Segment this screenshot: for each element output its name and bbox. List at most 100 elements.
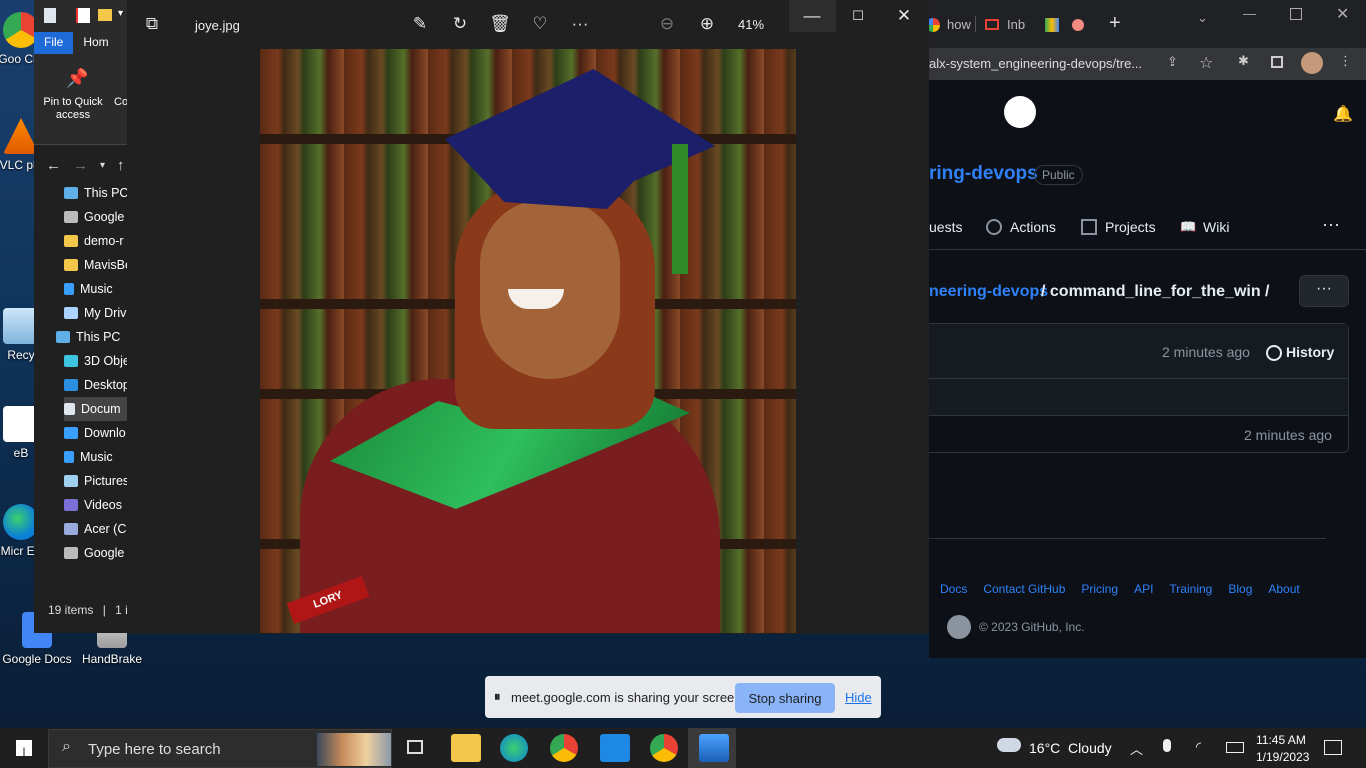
maximize-button[interactable]: ☐ bbox=[846, 4, 870, 28]
tree-item-label: demo-r bbox=[84, 234, 124, 248]
tab-pull-requests[interactable]: uests bbox=[929, 219, 962, 235]
tab-home[interactable]: Hom bbox=[73, 32, 118, 54]
file-explorer-taskbar-icon[interactable] bbox=[451, 734, 481, 762]
tab-file[interactable]: File bbox=[34, 32, 74, 54]
more-options-icon[interactable]: ··· bbox=[568, 12, 592, 36]
music-icon bbox=[64, 283, 74, 295]
minimize-button[interactable]: — bbox=[1243, 6, 1256, 21]
footer-link-about[interactable]: About bbox=[1268, 582, 1299, 596]
chrome-taskbar-icon[interactable] bbox=[550, 734, 578, 762]
tree-item[interactable]: Videos bbox=[64, 493, 128, 517]
breadcrumb-repo-link[interactable]: neering-devops bbox=[929, 283, 1048, 301]
clock-date[interactable]: 1/19/2023 bbox=[1256, 750, 1309, 764]
drive-icon bbox=[64, 547, 78, 559]
tree-item[interactable]: My Driv bbox=[64, 301, 128, 325]
file-icon[interactable] bbox=[44, 8, 56, 23]
hide-link[interactable]: Hide bbox=[845, 690, 872, 705]
tree-item[interactable]: This PC bbox=[56, 325, 128, 349]
github-mark-icon[interactable] bbox=[947, 615, 971, 639]
properties-icon[interactable] bbox=[76, 8, 90, 23]
avatar[interactable] bbox=[1301, 52, 1323, 74]
notification-bell-icon[interactable]: 🔔 bbox=[1333, 104, 1353, 124]
file-options-button[interactable]: ··· bbox=[1299, 275, 1349, 307]
extensions-icon[interactable]: ✱ bbox=[1238, 53, 1249, 69]
back-arrow-icon[interactable]: ← bbox=[46, 157, 61, 174]
wifi-icon[interactable]: ◜ bbox=[1196, 739, 1201, 755]
photo-canvas[interactable]: LORY bbox=[260, 49, 796, 633]
tree-item[interactable]: Acer (C: bbox=[64, 517, 128, 541]
edit-image-icon[interactable]: ✎ bbox=[408, 12, 432, 36]
zoom-level[interactable]: 41% bbox=[738, 17, 764, 32]
rotate-icon[interactable]: ↻ bbox=[448, 12, 472, 36]
copy-button[interactable]: Co bbox=[114, 96, 128, 108]
battery-icon[interactable] bbox=[1226, 742, 1244, 753]
share-icon[interactable]: ⇪ bbox=[1167, 54, 1178, 70]
history-link[interactable]: History bbox=[1286, 344, 1334, 360]
more-menu-icon[interactable]: ··· bbox=[1322, 214, 1340, 235]
tree-item[interactable]: Google bbox=[64, 205, 128, 229]
footer-link-contact[interactable]: Contact GitHub bbox=[983, 582, 1065, 596]
tree-item[interactable]: Music bbox=[64, 445, 128, 469]
tree-item[interactable]: This PC bbox=[64, 181, 128, 205]
tree-item[interactable]: Pictures bbox=[64, 469, 128, 493]
minimize-button[interactable]: — bbox=[800, 4, 824, 28]
repo-name[interactable]: ring-devops bbox=[929, 163, 1038, 185]
forward-arrow-icon[interactable]: → bbox=[73, 157, 88, 174]
zoom-out-icon[interactable]: ⊖ bbox=[655, 12, 679, 36]
close-button[interactable]: ✕ bbox=[1336, 4, 1349, 24]
github-logo-icon[interactable] bbox=[1004, 96, 1036, 128]
maximize-button[interactable] bbox=[1290, 8, 1302, 20]
up-arrow-icon[interactable]: ↑ bbox=[117, 157, 125, 174]
desktop-icon bbox=[64, 379, 78, 391]
tab-search-icon[interactable]: ⌄ bbox=[1197, 10, 1208, 26]
taskbar-search-box[interactable]: ⌕ Type here to search bbox=[48, 729, 392, 768]
footer-link-docs[interactable]: Docs bbox=[940, 582, 967, 596]
microphone-icon[interactable] bbox=[1163, 739, 1171, 752]
new-tab-button[interactable]: + bbox=[1109, 12, 1121, 35]
show-hidden-icons-chevron-up-icon[interactable]: ︿ bbox=[1130, 739, 1143, 758]
star-icon[interactable]: ☆ bbox=[1199, 53, 1213, 73]
tab-actions[interactable]: Actions bbox=[1010, 219, 1056, 235]
footer-link-api[interactable]: API bbox=[1134, 582, 1153, 596]
favorite-heart-icon[interactable]: ♡ bbox=[528, 12, 552, 36]
notifications-icon[interactable] bbox=[1324, 740, 1342, 755]
tree-item[interactable]: 3D Obje bbox=[64, 349, 128, 373]
tab-how[interactable]: how bbox=[947, 17, 971, 32]
photos-taskbar-icon[interactable] bbox=[699, 734, 729, 762]
tab-wiki[interactable]: Wiki bbox=[1203, 219, 1229, 235]
menu-icon[interactable]: ⋮ bbox=[1339, 53, 1352, 69]
desktop-icon-label: HandBrake bbox=[81, 652, 143, 666]
vscode-taskbar-icon[interactable] bbox=[600, 734, 630, 762]
chevron-down-icon[interactable]: ▾ bbox=[100, 160, 105, 171]
url-field[interactable]: alx-system_engineering-devops/tre... bbox=[929, 56, 1142, 71]
weather-text[interactable]: 16°C Cloudy bbox=[1029, 740, 1112, 756]
tree-item[interactable]: Downlo bbox=[64, 421, 128, 445]
footer-link-training[interactable]: Training bbox=[1169, 582, 1212, 596]
task-view-icon[interactable] bbox=[407, 740, 423, 754]
see-all-photos-icon[interactable]: ⧉ bbox=[140, 12, 164, 36]
tree-item[interactable]: Music bbox=[64, 277, 128, 301]
tree-item[interactable]: Google bbox=[64, 541, 128, 565]
chevron-down-icon[interactable]: ▾ bbox=[118, 8, 123, 19]
zoom-in-icon[interactable]: ⊕ bbox=[695, 12, 719, 36]
windows-start-icon[interactable] bbox=[16, 740, 32, 756]
stop-sharing-button[interactable]: Stop sharing bbox=[735, 683, 835, 713]
tree-item[interactable]: Docum bbox=[64, 397, 128, 421]
edge-taskbar-icon[interactable] bbox=[500, 734, 528, 762]
chrome-taskbar-icon-2[interactable] bbox=[650, 734, 678, 762]
tree-item[interactable]: demo-r bbox=[64, 229, 128, 253]
clock-time[interactable]: 11:45 AM bbox=[1256, 733, 1306, 747]
tree-item[interactable]: Desktop bbox=[64, 373, 128, 397]
drive-icon bbox=[64, 523, 78, 535]
tree-item[interactable]: MavisBe bbox=[64, 253, 128, 277]
side-panel-icon[interactable] bbox=[1271, 56, 1283, 68]
tab-inbox[interactable]: Inb bbox=[1007, 17, 1025, 32]
folder-icon[interactable] bbox=[98, 9, 112, 21]
address-bar: alx-system_engineering-devops/tre... ⇪ ☆… bbox=[929, 48, 1366, 80]
close-button[interactable]: ✕ bbox=[892, 4, 916, 28]
footer-link-pricing[interactable]: Pricing bbox=[1081, 582, 1118, 596]
tab-projects[interactable]: Projects bbox=[1105, 219, 1156, 235]
pin-to-quick-access-button[interactable]: Pin to Quick access bbox=[38, 96, 108, 122]
footer-link-blog[interactable]: Blog bbox=[1228, 582, 1252, 596]
delete-icon[interactable]: 🗑 bbox=[488, 12, 512, 36]
